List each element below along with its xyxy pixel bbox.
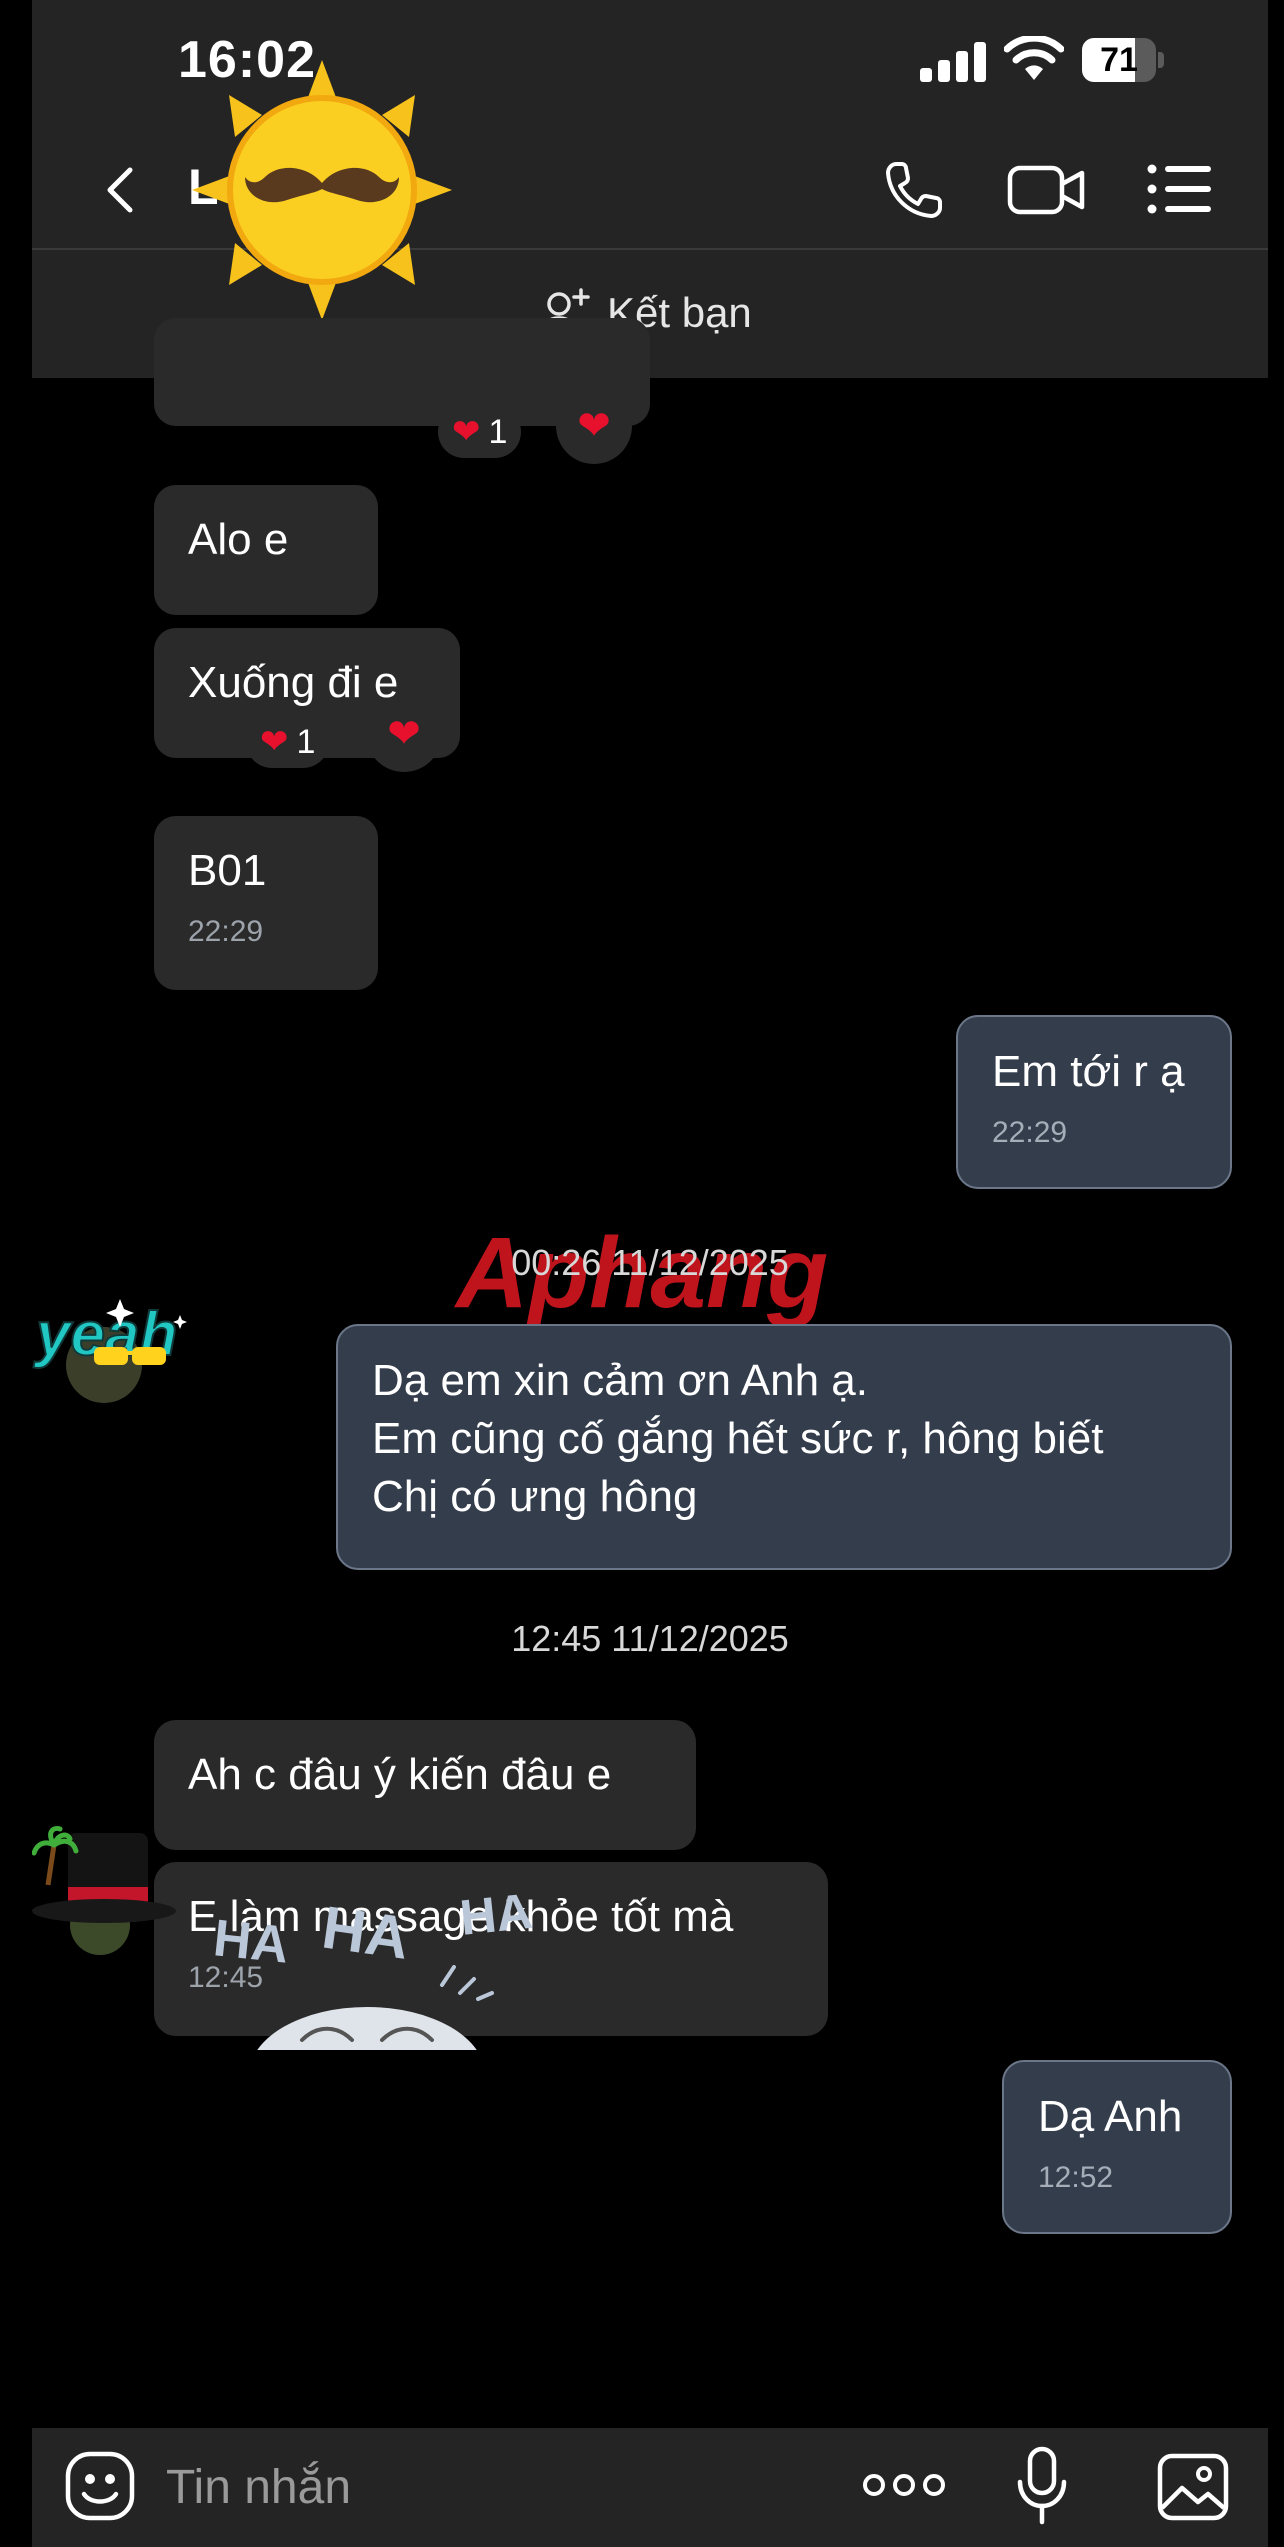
message-text: Em tới r ạ [992,1047,1185,1096]
reaction-count[interactable]: ❤ 1 [438,406,522,458]
battery-percent: 71 [1100,41,1138,79]
message-input[interactable] [166,2456,786,2518]
message-bubble[interactable]: Alo e [154,485,378,615]
chevron-left-icon[interactable] [92,160,152,220]
sender-avatar-icon[interactable]: yeah [32,1285,197,1410]
heart-icon: ❤ [387,712,421,756]
message-text: Alo e [188,515,289,564]
phone-icon[interactable] [882,158,946,222]
battery-indicator: 71 [1082,38,1156,82]
message-time: 22:29 [992,1116,1068,1149]
laughing-sticker-icon[interactable]: HA HA HA [192,1875,552,2050]
sender-avatar-icon[interactable] [32,1825,182,1960]
reaction-count-value: 1 [296,722,316,761]
heart-icon: ❤ [260,723,289,761]
reaction-count[interactable]: ❤ 1 [246,716,330,768]
message-text-line: Em cũng cố gắng hết sức r, hông biết [372,1414,1104,1463]
microphone-icon[interactable] [1016,2446,1068,2526]
message-bubble[interactable]: Ah c đâu ý kiến đâu e [154,1720,696,1850]
battery-tip [1158,52,1164,68]
message-text-line: Chị có ưng hông [372,1472,698,1521]
sticker-text: HA [211,1909,292,1975]
heart-icon: ❤ [577,404,611,448]
message-input-bar [32,2428,1268,2547]
reaction-count-value: 1 [488,412,508,451]
sticker-text: HA [457,1883,535,1946]
list-menu-icon[interactable] [1147,162,1213,216]
smiley-icon[interactable] [64,2450,136,2522]
heart-icon: ❤ [452,413,481,451]
message-bubble[interactable]: B01 22:29 [154,816,378,990]
video-camera-icon[interactable] [1007,160,1087,220]
message-bubble-outgoing[interactable]: Dạ em xin cảm ơn Anh ạ. Em cũng cố gắng … [336,1324,1232,1570]
message-bubble-outgoing[interactable]: Dạ Anh 12:52 [1002,2060,1232,2234]
wifi-icon [1004,36,1064,80]
image-icon[interactable] [1156,2452,1230,2522]
chat-screen: 16:02 71 L [32,0,1268,2547]
message-list[interactable]: ❤ 1 ❤ Alo e Xuống đi e ❤ 1 ❤ B01 22:29 E… [32,318,1268,2428]
message-time: 22:29 [188,915,264,948]
sun-mustache-avatar-icon[interactable] [187,55,457,325]
message-text: Xuống đi e [188,658,399,707]
react-heart-button[interactable]: ❤ [366,696,442,772]
cellular-signal-icon [920,42,986,82]
message-text: B01 [188,846,267,895]
date-separator: 12:45 11/12/2025 [511,1618,789,1659]
react-heart-button[interactable]: ❤ [556,388,632,464]
message-text: Dạ Anh [1038,2092,1183,2141]
message-bubble-outgoing[interactable]: Em tới r ạ 22:29 [956,1015,1232,1189]
sticker-text: HA [318,1894,413,1972]
message-text-line: Dạ em xin cảm ơn Anh ạ. [372,1356,868,1405]
message-time: 12:52 [1038,2161,1114,2194]
date-separator: 00:26 11/12/2025 [511,1242,789,1283]
message-text: Ah c đâu ý kiến đâu e [188,1750,612,1799]
more-dots-icon[interactable] [862,2470,946,2500]
